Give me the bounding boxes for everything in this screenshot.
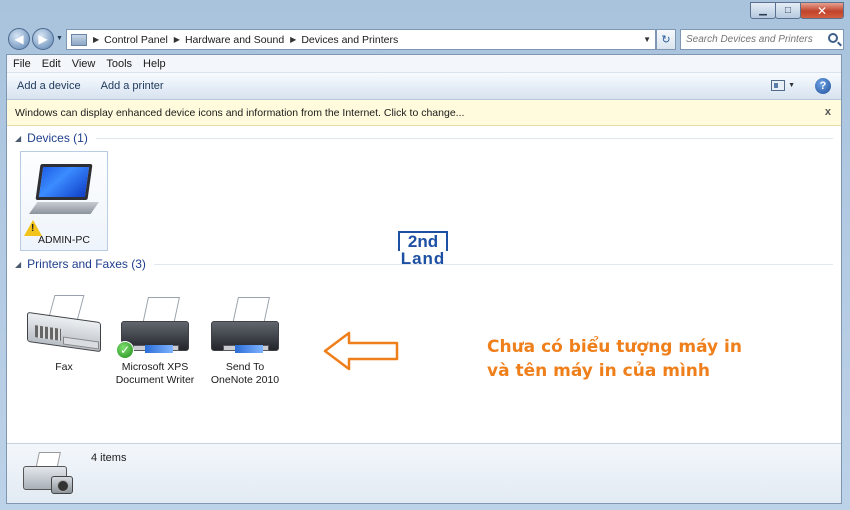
name: Document Writer <box>115 374 195 386</box>
command-bar: Add a device Add a printer ▼ ? <box>7 73 841 100</box>
change-view-icon[interactable] <box>771 80 785 91</box>
collapse-arrow-icon[interactable]: ◢ <box>15 134 21 143</box>
device-tile-admin-pc[interactable]: ADMIN-PC <box>20 151 108 251</box>
minimize-button[interactable]: ▁ <box>750 2 776 19</box>
screen-out <box>235 345 263 353</box>
explorer-window: ▁ □ ✕ ◀ ▶ ▼ ▶ Control Panel ▶ Hardware and… <box>0 0 850 510</box>
breadcrumb-devices-and-printers[interactable]: ▶ Devices and Printers <box>288 34 398 46</box>
add-printer-button[interactable]: Add a printer <box>101 80 164 92</box>
help-button[interactable]: ? <box>815 78 831 94</box>
default-printer-check-icon: ✓ <box>116 341 134 359</box>
information-bar-message[interactable]: Windows can display enhanced device icon… <box>15 107 464 119</box>
line1: Chưa có biểu tượng máy in <box>487 337 742 357</box>
control-panel-icon <box>71 33 87 46</box>
forward-button[interactable]: ▶ <box>32 28 54 50</box>
view-options-dropdown-icon[interactable]: ▼ <box>788 82 795 89</box>
maximize-button[interactable]: □ <box>775 2 801 19</box>
printers-group-label: Printers and Faxes (3) <box>27 257 146 271</box>
screen-out <box>145 345 173 353</box>
breadcrumb-label[interactable]: Control Panel <box>104 34 168 46</box>
group-divider <box>153 263 833 265</box>
address-dropdown-icon[interactable]: ▼ <box>643 35 651 44</box>
caption-buttons: ▁ □ ✕ <box>750 2 844 19</box>
details-pane: 4 items <box>7 443 841 503</box>
printer-icon: ✓ <box>115 297 195 359</box>
menu-tools[interactable]: Tools <box>106 58 132 70</box>
printer-name: Microsoft XPS Document Writer <box>111 361 199 387</box>
address-field[interactable]: ▶ Control Panel ▶ Hardware and Sound ▶ Devi… <box>66 29 656 50</box>
refresh-button[interactable]: ↻ <box>656 29 676 50</box>
breadcrumb-separator-icon[interactable]: ▶ <box>290 35 296 44</box>
laptop-base <box>29 202 99 214</box>
breadcrumb-control-panel[interactable]: ▶ Control Panel <box>91 34 168 46</box>
item-count: 4 items <box>91 452 127 464</box>
breadcrumb-separator-icon[interactable]: ▶ <box>174 35 180 44</box>
watermark-line1: 2nd <box>398 231 448 251</box>
name: Microsoft XPS <box>121 361 189 373</box>
title-bar-edge <box>4 0 44 3</box>
recent-pages-dropdown-icon[interactable]: ▼ <box>56 35 63 42</box>
printer-tile-onenote[interactable]: Send To OneNote 2010 <box>201 297 289 389</box>
menu-edit[interactable]: Edit <box>42 58 61 70</box>
cam <box>51 476 73 494</box>
line2: và tên máy in của mình <box>487 361 710 381</box>
printer-name: Send To OneNote 2010 <box>201 361 289 387</box>
close-information-bar-icon[interactable]: x <box>825 106 831 118</box>
search-icon[interactable] <box>828 33 838 43</box>
group-divider <box>95 137 833 139</box>
search-input[interactable] <box>686 34 821 45</box>
devices-group-header[interactable]: ◢ Devices (1) <box>15 131 833 145</box>
collapse-arrow-icon[interactable]: ◢ <box>15 260 21 269</box>
devices-group-label: Devices (1) <box>27 131 88 145</box>
printer-name: Fax <box>55 361 73 373</box>
address-bar: ◀ ▶ ▼ ▶ Control Panel ▶ Hardware and Sound… <box>6 27 844 53</box>
fax-icon <box>23 295 105 355</box>
information-bar[interactable]: Windows can display enhanced device icon… <box>7 100 841 126</box>
breadcrumb-separator-icon[interactable]: ▶ <box>93 35 99 44</box>
breadcrumb-label[interactable]: Devices and Printers <box>301 34 398 46</box>
printer-tile-xps[interactable]: ✓ Microsoft XPS Document Writer <box>111 297 199 389</box>
printer-icon <box>205 297 285 359</box>
breadcrumb-hardware-and-sound[interactable]: ▶ Hardware and Sound <box>172 34 284 46</box>
menu-view[interactable]: View <box>72 58 96 70</box>
annotation-text: Chưa có biểu tượng máy in và tên máy in … <box>487 335 742 383</box>
search-box[interactable] <box>680 29 844 50</box>
printer-tile-fax[interactable]: Fax <box>21 295 107 375</box>
annotation-arrow-icon <box>323 331 399 371</box>
menu-help[interactable]: Help <box>143 58 166 70</box>
breadcrumb-label[interactable]: Hardware and Sound <box>185 34 284 46</box>
devices-and-printers-icon <box>21 450 77 498</box>
name: OneNote 2010 <box>210 374 280 386</box>
device-name: ADMIN-PC <box>38 234 90 246</box>
printers-group-header[interactable]: ◢ Printers and Faxes (3) <box>15 257 833 271</box>
content-pane: File Edit View Tools Help Add a device A… <box>6 54 842 504</box>
menu-bar: File Edit View Tools Help <box>7 55 841 73</box>
back-button[interactable]: ◀ <box>8 28 30 50</box>
add-device-button[interactable]: Add a device <box>17 80 81 92</box>
close-button[interactable]: ✕ <box>800 2 844 19</box>
menu-file[interactable]: File <box>13 58 31 70</box>
name: Send To <box>225 361 265 373</box>
title-bar[interactable]: ▁ □ ✕ <box>0 0 850 26</box>
laptop-icon <box>35 164 93 200</box>
